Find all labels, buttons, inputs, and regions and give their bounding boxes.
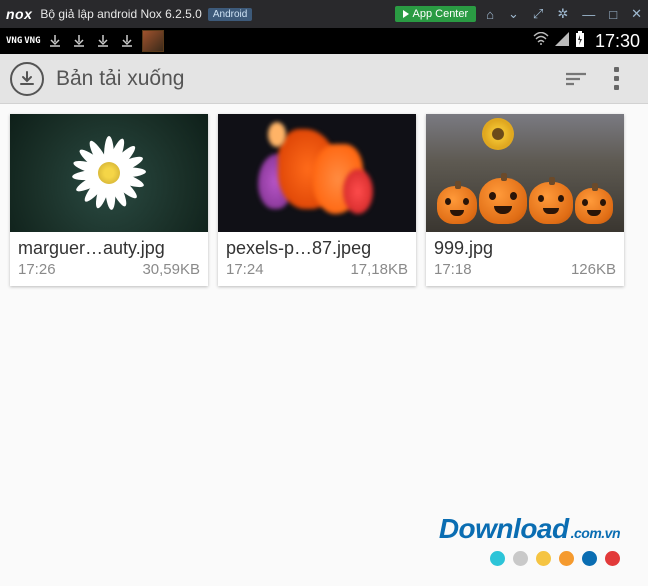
watermark-suffix: .com.vn [571, 525, 620, 541]
download-indicator-icon[interactable] [94, 32, 112, 50]
thumbnail-image [10, 114, 208, 232]
watermark-dots [439, 551, 620, 566]
app-center-button[interactable]: App Center [395, 6, 477, 22]
download-item[interactable]: 999.jpg 17:18 126KB [426, 114, 624, 286]
watermark-text: Download [439, 513, 569, 544]
battery-charging-icon [575, 31, 585, 52]
file-time: 17:24 [226, 261, 264, 278]
download-item[interactable]: marguer…auty.jpg 17:26 30,59KB [10, 114, 208, 286]
file-size: 126KB [571, 261, 616, 278]
thumbnail-image [426, 114, 624, 232]
app-shortcut-thumbnail[interactable] [142, 30, 164, 52]
overflow-menu-button[interactable] [596, 59, 636, 99]
app-shortcut-1[interactable]: VNG [6, 36, 22, 46]
window-title-bar: nox Bộ giả lập android Nox 6.2.5.0 Andro… [0, 0, 648, 28]
file-time: 17:18 [434, 261, 472, 278]
nox-toolbar: VNG VNG 17:30 [0, 28, 648, 54]
app-action-bar: Bản tải xuống [0, 54, 648, 104]
downloads-grid: marguer…auty.jpg 17:26 30,59KB pexels-p…… [10, 114, 638, 286]
minimize-icon[interactable]: — [582, 7, 595, 22]
wifi-icon [533, 32, 549, 51]
maximize-icon[interactable]: □ [609, 7, 617, 22]
overflow-menu-icon [614, 67, 619, 90]
virtual-keys-icon[interactable]: ⌂ [486, 7, 494, 22]
file-name: marguer…auty.jpg [18, 238, 200, 259]
close-icon[interactable]: ✕ [631, 6, 642, 22]
file-size: 17,18KB [350, 261, 408, 278]
app-shortcut-2[interactable]: VNG [24, 36, 40, 46]
window-title: Bộ giả lập android Nox 6.2.5.0 [40, 7, 201, 21]
android-status-icons: 17:30 [533, 31, 642, 52]
watermark: Download.com.vn [439, 513, 620, 566]
thumbnail-image [218, 114, 416, 232]
settings-gear-icon[interactable]: ✲ [557, 6, 568, 22]
downloads-app-icon[interactable] [10, 62, 44, 96]
download-indicator-icon[interactable] [118, 32, 136, 50]
fullscreen-icon[interactable]: ⤢ [533, 6, 543, 22]
download-indicator-icon[interactable] [46, 32, 64, 50]
nox-logo: nox [6, 6, 32, 22]
dropdown-icon[interactable]: ⌄ [508, 6, 519, 22]
play-icon [403, 10, 409, 18]
app-title: Bản tải xuống [56, 67, 556, 91]
file-name: pexels-p…87.jpeg [226, 238, 408, 259]
file-time: 17:26 [18, 261, 56, 278]
download-indicator-icon[interactable] [70, 32, 88, 50]
sort-button[interactable] [556, 59, 596, 99]
android-badge: Android [208, 8, 252, 21]
file-name: 999.jpg [434, 238, 616, 259]
file-size: 30,59KB [142, 261, 200, 278]
download-item[interactable]: pexels-p…87.jpeg 17:24 17,18KB [218, 114, 416, 286]
status-time: 17:30 [595, 31, 640, 52]
signal-icon [555, 32, 569, 51]
downloads-content: marguer…auty.jpg 17:26 30,59KB pexels-p…… [0, 104, 648, 586]
app-center-label: App Center [413, 8, 469, 20]
